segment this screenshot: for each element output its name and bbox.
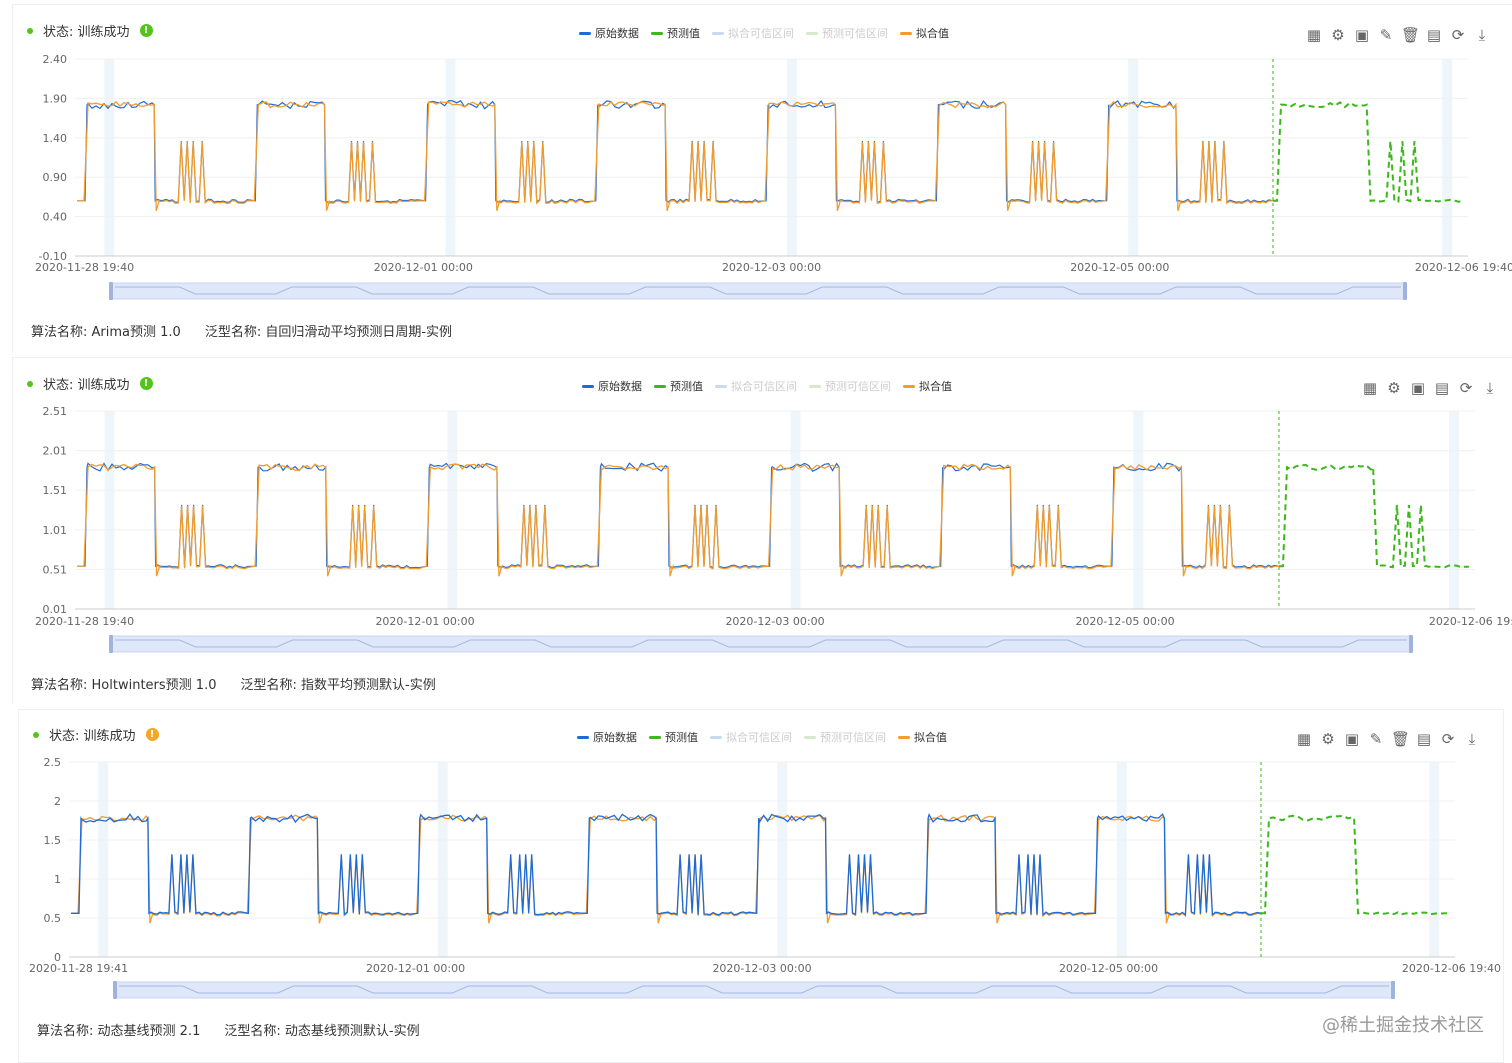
zoom-slider-track: [110, 282, 1406, 300]
y-tick-label: 1: [54, 873, 61, 886]
x-tick-label: 2020-11-28 19:41: [29, 962, 128, 975]
x-tick-label: 2020-11-28 19:40: [35, 261, 134, 274]
algo-label: 算法名称:: [31, 325, 88, 340]
interval-band: [786, 59, 797, 256]
x-tick-label: 2020-11-28 19:40: [35, 615, 134, 628]
interval-band: [1449, 411, 1459, 609]
interval-band: [104, 411, 115, 609]
interval-band: [447, 411, 458, 609]
y-tick-label: 2.40: [43, 53, 68, 66]
algo-label: 算法名称:: [37, 1024, 94, 1039]
y-tick-label: 0.90: [43, 171, 68, 184]
generic-value: 动态基线预测默认-实例: [284, 1024, 420, 1039]
series-fitted-line: [77, 100, 1274, 211]
y-tick-label: 1.90: [43, 92, 68, 105]
zoom-handle-right[interactable]: [1403, 282, 1407, 300]
x-tick-label: 2020-12-06 19:4: [1429, 615, 1512, 628]
x-tick-label: 2020-12-06 19:40: [1402, 962, 1501, 975]
series-forecast-line: [1279, 463, 1469, 569]
zoom-handle-left[interactable]: [109, 635, 113, 653]
interval-band: [1429, 762, 1440, 957]
x-tick-label: 2020-12-03 00:00: [722, 261, 821, 274]
interval-band: [104, 59, 115, 256]
algorithm-info: 算法名称: Arima预测 1.0 泛型名称: 自回归滑动平均预测日周期-实例: [31, 321, 452, 340]
y-tick-label: 1.51: [43, 484, 68, 497]
y-tick-label: 2.5: [44, 756, 62, 769]
algorithm-info: 算法名称: 动态基线预测 2.1 泛型名称: 动态基线预测默认-实例: [37, 1020, 420, 1039]
zoom-handle-right[interactable]: [1409, 635, 1413, 653]
y-tick-label: 2.51: [43, 405, 68, 418]
interval-band: [437, 762, 448, 957]
generic-label: 泛型名称:: [240, 678, 297, 693]
x-tick-label: 2020-12-06 19:40: [1415, 261, 1512, 274]
generic-label: 泛型名称:: [204, 325, 262, 340]
x-tick-label: 2020-12-05 00:00: [1059, 962, 1158, 975]
zoom-slider-track: [110, 635, 1412, 653]
zoom-handle-left[interactable]: [109, 282, 113, 300]
algo-value: Holtwinters预测 1.0: [91, 678, 217, 693]
y-tick-label: 1.01: [43, 524, 68, 537]
forecast-chart: 2.401.901.400.900.40-0.102020-11-28 19:4…: [35, 53, 1512, 300]
zoom-handle-right[interactable]: [1391, 981, 1395, 999]
x-tick-label: 2020-12-01 00:00: [375, 615, 474, 628]
x-tick-label: 2020-12-05 00:00: [1070, 261, 1169, 274]
y-tick-label: 0.51: [43, 563, 68, 576]
algo-label: 算法名称:: [31, 678, 88, 693]
algo-value: Arima预测 1.0: [91, 325, 181, 340]
x-tick-label: 2020-12-03 00:00: [712, 962, 811, 975]
forecast-panel-dynamic-baseline: 状态: 训练成功 ! 原始数据 预测值 拟合可信区间 预测可信区间 拟合值 ▦ ⚙ ▣ ✎ 🗑 ▤…: [18, 709, 1504, 1063]
watermark: @稀土掘金技术社区: [1322, 1015, 1484, 1036]
interval-band: [1442, 59, 1453, 256]
zoom-slider-track: [114, 981, 1394, 999]
forecast-panel-arima: 状态: 训练成功 ! 原始数据 预测值 拟合可信区间 预测可信区间 拟合值 ▦ ⚙ ▣ ✎ 🗑 ▤…: [12, 4, 1512, 353]
algorithm-info: 算法名称: Holtwinters预测 1.0 泛型名称: 指数平均预测默认-实…: [31, 674, 436, 693]
interval-band: [1116, 762, 1127, 957]
interval-band: [1133, 411, 1144, 609]
x-tick-label: 2020-12-05 00:00: [1075, 615, 1174, 628]
x-tick-label: 2020-12-03 00:00: [725, 615, 824, 628]
y-tick-label: 1.40: [43, 132, 68, 145]
y-tick-label: 2.01: [43, 445, 68, 458]
interval-band: [790, 411, 801, 609]
y-tick-label: 0.40: [43, 211, 68, 224]
series-forecast-line: [1273, 101, 1463, 203]
y-tick-label: 0.5: [44, 912, 62, 925]
generic-value: 指数平均预测默认-实例: [301, 678, 436, 693]
forecast-panel-holtwinters: 状态: 训练成功 ! 原始数据 预测值 拟合可信区间 预测可信区间 拟合值 ▦ ⚙ ▣ ▤ ⟳ ⤓…: [12, 357, 1512, 704]
interval-band: [98, 762, 109, 957]
interval-band: [777, 762, 788, 957]
generic-value: 自回归滑动平均预测日周期-实例: [265, 325, 453, 340]
zoom-handle-left[interactable]: [113, 981, 117, 999]
series-original-line: [71, 813, 1262, 917]
forecast-chart: 2.521.510.502020-11-28 19:41 2020-12-01 0…: [29, 756, 1501, 999]
interval-band: [1128, 59, 1139, 256]
forecast-chart: 2.512.011.511.010.510.012020-11-28 19:40…: [35, 405, 1512, 653]
y-tick-label: 2: [54, 795, 61, 808]
x-tick-label: 2020-12-01 00:00: [366, 962, 465, 975]
x-tick-label: 2020-12-01 00:00: [374, 261, 473, 274]
series-forecast-line: [1261, 814, 1451, 916]
y-tick-label: 1.5: [44, 834, 62, 847]
interval-band: [445, 59, 456, 256]
generic-label: 泛型名称:: [224, 1024, 281, 1039]
algo-value: 动态基线预测 2.1: [97, 1024, 201, 1039]
